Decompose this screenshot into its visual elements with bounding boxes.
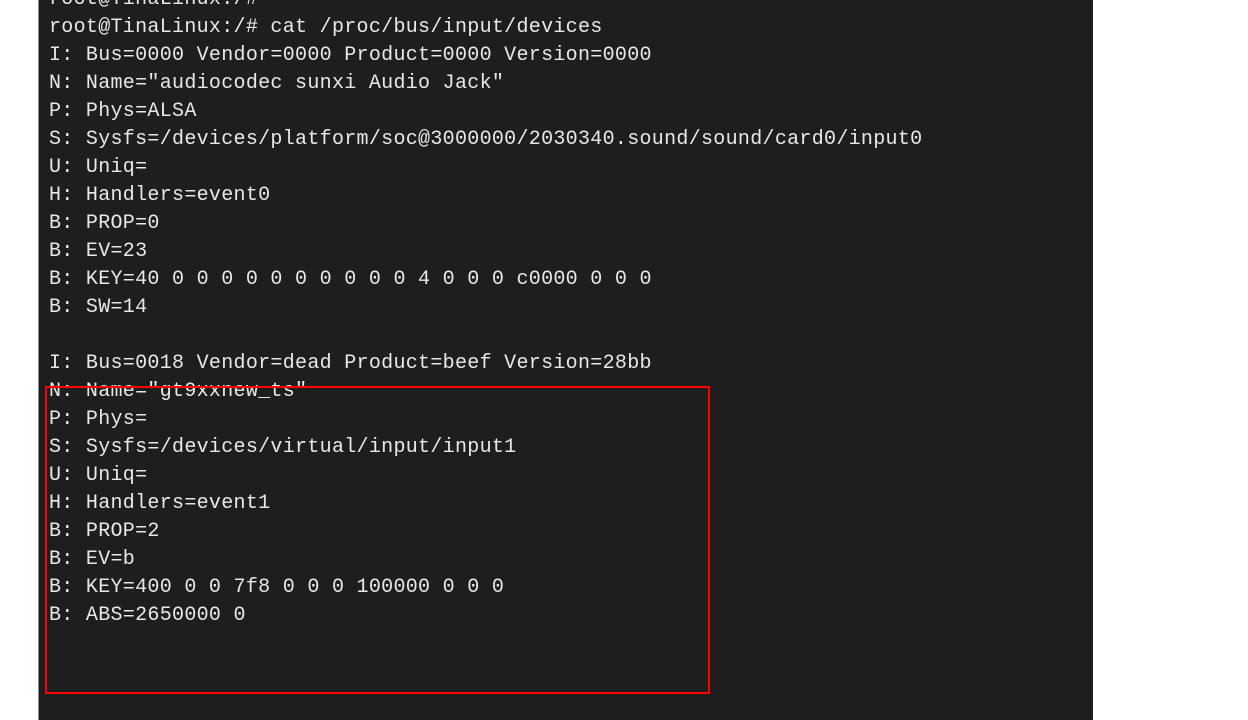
terminal-line: B: KEY=40 0 0 0 0 0 0 0 0 0 0 4 0 0 0 c0… <box>49 266 1083 294</box>
terminal-line: B: SW=14 <box>49 294 1083 322</box>
terminal-line: I: Bus=0018 Vendor=dead Product=beef Ver… <box>49 350 1083 378</box>
terminal-line: U: Uniq= <box>49 462 1083 490</box>
terminal-line: S: Sysfs=/devices/platform/soc@3000000/2… <box>49 126 1083 154</box>
terminal-line: B: ABS=2650000 0 <box>49 602 1083 630</box>
terminal-line: H: Handlers=event0 <box>49 182 1083 210</box>
terminal-line: B: PROP=2 <box>49 518 1083 546</box>
terminal-window[interactable]: root@TinaLinux:/# root@TinaLinux:/# cat … <box>38 0 1093 720</box>
terminal-line: P: Phys= <box>49 406 1083 434</box>
terminal-line: B: EV=23 <box>49 238 1083 266</box>
terminal-line: P: Phys=ALSA <box>49 98 1083 126</box>
terminal-line: B: EV=b <box>49 546 1083 574</box>
terminal-line: S: Sysfs=/devices/virtual/input/input1 <box>49 434 1083 462</box>
terminal-blank-line <box>49 322 1083 350</box>
terminal-line: U: Uniq= <box>49 154 1083 182</box>
terminal-line: N: Name="audiocodec sunxi Audio Jack" <box>49 70 1083 98</box>
terminal-prompt-line: root@TinaLinux:/# cat /proc/bus/input/de… <box>49 14 1083 42</box>
terminal-line: N: Name="gt9xxnew_ts" <box>49 378 1083 406</box>
terminal-line: I: Bus=0000 Vendor=0000 Product=0000 Ver… <box>49 42 1083 70</box>
terminal-line: B: PROP=0 <box>49 210 1083 238</box>
terminal-line: root@TinaLinux:/# <box>49 0 1083 14</box>
terminal-line: H: Handlers=event1 <box>49 490 1083 518</box>
cutoff-previous-line: root@TinaLinux:/# <box>49 0 1083 14</box>
terminal-line: B: KEY=400 0 0 7f8 0 0 0 100000 0 0 0 <box>49 574 1083 602</box>
